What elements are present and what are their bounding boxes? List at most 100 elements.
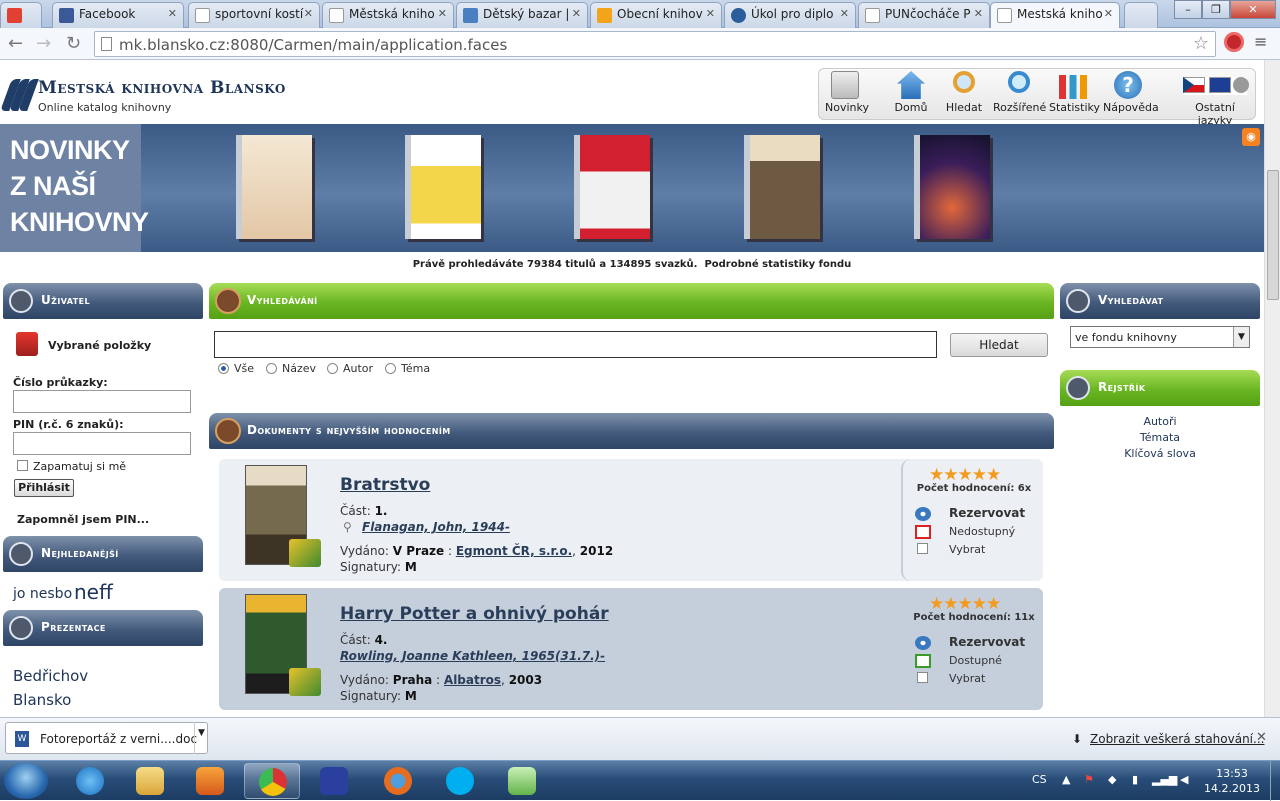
new-book-cover[interactable] [744,135,820,239]
start-button[interactable] [4,763,48,799]
volume-icon[interactable]: ◀ [1180,773,1188,786]
nav-hledat[interactable]: Hledat [943,71,985,114]
tab-gmail[interactable] [0,2,42,28]
forgot-pin-link[interactable]: Zapomněl jsem PIN... [17,513,149,526]
maximize-button[interactable]: ❐ [1202,0,1230,19]
rss-icon[interactable]: ◉ [1242,128,1260,146]
nav-ostatni-jazyky[interactable]: Ostatní jazyky [1177,71,1253,127]
search-input[interactable] [214,331,937,358]
search-button[interactable]: Hledat [950,333,1048,357]
scope-select[interactable]: ve fondu knihovny ▼ [1070,326,1250,348]
tray-flag-icon[interactable]: ⚑ [1084,773,1094,786]
stats-link[interactable]: Podrobné statistiky fondu [704,259,851,270]
nav-rozsirene[interactable]: Rozšířené [993,71,1046,114]
reserve-link[interactable]: Rezervovat [949,506,1025,520]
select-checkbox[interactable] [917,543,928,554]
radio-all[interactable]: Vše [218,362,254,375]
close-icon[interactable]: ✕ [1104,7,1113,20]
new-tab-button[interactable] [1124,2,1158,28]
extension-icon[interactable] [1224,32,1244,52]
publisher-link[interactable]: Albatros [444,673,501,687]
tab-detsky-bazar[interactable]: Dětský bazar | ✕ [456,2,588,28]
site-logo[interactable] [0,77,39,111]
taskbar-floppy[interactable] [306,763,362,799]
tab-puncochace[interactable]: PUNčocháče P ✕ [858,2,990,28]
radio-title[interactable]: Název [266,362,316,375]
nav-domu[interactable]: Domů [891,71,931,114]
radio-topic[interactable]: Téma [385,362,430,375]
rating-stars[interactable]: ★★★★★ [929,465,1001,485]
taskbar-explorer[interactable] [122,763,178,799]
tab-mestska-active[interactable]: Mestská kniho ✕ [990,2,1120,28]
close-icon[interactable]: ✕ [840,7,849,20]
bookmark-star-icon[interactable]: ☆ [1193,33,1209,54]
reserve-link[interactable]: Rezervovat [949,635,1025,649]
reload-icon[interactable]: ↻ [66,33,81,54]
back-icon[interactable]: ← [8,33,23,54]
tab-ukol[interactable]: Úkol pro diplo ✕ [724,2,856,28]
close-icon[interactable]: ✕ [168,7,177,20]
taskbar-chrome[interactable] [244,763,300,799]
selected-items-link[interactable]: Vybrané položky [48,339,151,352]
new-book-cover[interactable] [914,135,990,239]
taskbar-app[interactable] [494,763,550,799]
tray-update-icon[interactable]: ◆ [1108,773,1116,786]
remember-checkbox[interactable] [17,460,28,471]
taskbar-firefox[interactable] [370,763,426,799]
show-all-downloads-link[interactable]: Zobrazit veškerá stahování... [1090,732,1264,746]
tab-obecni[interactable]: Obecní knihov ✕ [590,2,722,28]
presentation-link[interactable]: Blansko [13,691,71,709]
scroll-thumb[interactable] [1267,170,1279,300]
presentation-link[interactable]: Bedřichov [13,667,88,685]
nav-novinky[interactable]: Novinky [825,71,869,114]
card-number-input[interactable] [13,390,191,413]
new-book-cover[interactable] [574,135,650,239]
chevron-down-icon[interactable]: ▼ [194,722,208,754]
radio-author[interactable]: Autor [327,362,373,375]
result-title[interactable]: Bratrstvo [340,475,430,495]
nav-napoveda[interactable]: ? Nápověda [1103,71,1159,114]
close-icon[interactable]: ✕ [706,7,715,20]
author-link[interactable]: Rowling, Joanne Kathleen, 1965(31.7.)- [340,649,605,663]
nav-statistiky[interactable]: Statistiky [1049,71,1100,114]
rating-stars[interactable]: ★★★★★ [929,594,1001,614]
page-scrollbar[interactable] [1264,60,1280,717]
network-icon[interactable]: ▂▄▆ [1152,773,1177,786]
close-icon[interactable]: ✕ [974,7,983,20]
publisher-link[interactable]: Egmont ČR, s.r.o. [456,544,572,558]
tab-sportovni[interactable]: sportovní kostí ✕ [188,2,320,28]
taskbar-skype[interactable] [432,763,488,799]
taskbar-media[interactable] [182,763,238,799]
tab-mestska-1[interactable]: Městská kniho ✕ [322,2,454,28]
tab-facebook[interactable]: Facebook ✕ [52,2,184,28]
show-desktop-button[interactable] [1270,761,1280,801]
author-link[interactable]: Flanagan, John, 1944- [362,520,510,534]
language-indicator[interactable]: CS [1032,773,1047,786]
forward-icon[interactable]: → [36,33,51,54]
login-button[interactable]: Přihlásit [14,479,74,497]
select-checkbox[interactable] [917,672,928,683]
result-title[interactable]: Harry Potter a ohnivý pohár [340,604,609,624]
url-input[interactable]: mk.blansko.cz:8080/Carmen/main/applicati… [94,31,1216,57]
close-icon[interactable]: ✕ [304,7,313,20]
download-item[interactable]: W Fotoreportáž z verni....doc ▼ [5,722,208,754]
pin-input[interactable] [13,432,191,455]
tray-arrow-icon[interactable]: ▲ [1062,773,1070,786]
index-link-topics[interactable]: Témata [1060,430,1260,446]
clock[interactable]: 13:53 14.2.2013 [1204,766,1260,796]
minimize-button[interactable]: – [1174,0,1202,19]
site-title[interactable]: Mestská knihovna Blansko [38,78,286,98]
taskbar-ie[interactable] [62,763,118,799]
new-book-cover[interactable] [405,135,481,239]
close-window-button[interactable]: ✕ [1230,0,1276,19]
menu-icon[interactable]: ≡ [1254,32,1274,52]
close-icon[interactable]: ✕ [438,7,447,20]
close-icon[interactable]: ✕ [1256,730,1267,745]
close-icon[interactable]: ✕ [572,7,581,20]
popular-tag[interactable]: neff [74,580,113,604]
index-link-authors[interactable]: Autoři [1060,414,1260,430]
battery-icon[interactable]: ▮ [1132,773,1138,786]
index-link-keywords[interactable]: Klíčová slova [1060,446,1260,462]
new-book-cover[interactable] [236,135,312,239]
popular-tag[interactable]: jo nesbo [13,586,72,602]
